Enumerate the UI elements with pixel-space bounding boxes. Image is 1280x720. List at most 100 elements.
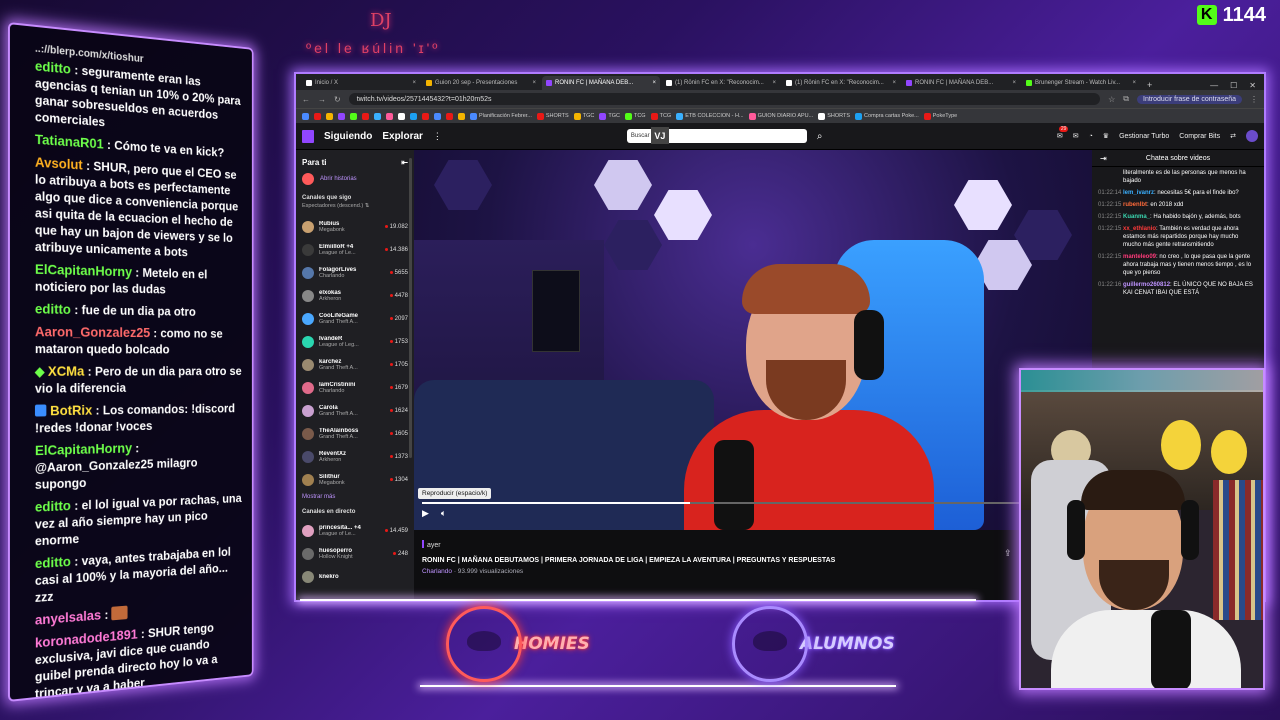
tab-close-icon[interactable]: × — [892, 80, 896, 86]
bookmark-item[interactable]: Compra cartas Poke... — [855, 112, 919, 120]
followed-header: Canales que sigo — [302, 195, 352, 201]
bookmark-favicon-icon[interactable] — [338, 112, 345, 120]
sidebar-channel[interactable]: FolagorLives Charlando 5655 — [296, 261, 414, 284]
bookmark-item[interactable]: Planificación Febrer... — [470, 112, 532, 120]
tab-close-icon[interactable]: × — [772, 80, 776, 86]
chat-body: Kuanma_: Ha habido bajón y, además, bots — [1123, 214, 1241, 220]
bell-icon[interactable]: ◔ — [1089, 133, 1093, 140]
password-prompt-button[interactable]: Introducir frase de contraseña — [1137, 94, 1242, 104]
bookmark-favicon-icon[interactable] — [326, 112, 333, 120]
bookmark-favicon-icon[interactable] — [422, 112, 429, 120]
bookmark-favicon-icon[interactable] — [398, 112, 405, 120]
more-icon[interactable]: ⋮ — [433, 131, 442, 142]
new-tab-button[interactable]: + — [1142, 80, 1157, 90]
crown-icon[interactable]: ♛ — [1103, 132, 1109, 140]
volume-icon[interactable]: 🔈︎ — [441, 508, 446, 519]
tab-close-icon[interactable]: × — [1132, 80, 1136, 86]
sort-icon[interactable]: ⇅ — [365, 203, 370, 209]
sidebar-channel[interactable]: CooLifeGame Grand Theft A... 2097 — [296, 307, 414, 330]
bookmark-item[interactable]: SHORTS — [536, 112, 569, 120]
bookmark-item[interactable]: PokeType — [923, 112, 957, 120]
reload-icon[interactable]: ↻ — [334, 95, 341, 104]
minimize-icon[interactable]: — — [1210, 81, 1218, 90]
browser-tab[interactable]: (1) Rōnin FC en X: "Reconocim... × — [662, 76, 780, 90]
tab-close-icon[interactable]: × — [652, 80, 656, 86]
forward-icon[interactable]: → — [318, 95, 326, 104]
sidebar-channel[interactable]: princesita... +4 League of Le... 14.459 — [296, 519, 414, 542]
twitch-logo-icon[interactable] — [302, 129, 314, 143]
followed-sort[interactable]: Espectadores (descend.) ⇅ — [296, 203, 414, 215]
sidebar-channel[interactable]: IamCristinini Charlando 1679 — [296, 376, 414, 399]
sidebar-channel[interactable]: Silithur Megabonk 1304 — [296, 468, 414, 491]
bookmark-star-icon[interactable]: ☆ — [1108, 95, 1115, 104]
share-icon[interactable]: ⇪ — [1004, 548, 1012, 559]
bookmark-item[interactable]: SHORTS — [818, 112, 850, 120]
sidebar-channel[interactable]: ReventXz Arkheron 1373 — [296, 445, 414, 468]
bits-button[interactable]: Comprar Bits — [1179, 133, 1220, 140]
sidebar-channel[interactable]: TheAlainboss Grand Theft A... 1605 — [296, 422, 414, 445]
chat-separator: : — [70, 553, 82, 569]
url-input[interactable]: twitch.tv/videos/2571445432?t=01h20m52s — [348, 93, 1101, 105]
browser-tab[interactable]: Inicio / X × — [302, 76, 420, 90]
video-title: RONIN FC | MAÑANA DEBUTAMOS | PRIMERA JO… — [422, 557, 836, 564]
bookmark-favicon-icon[interactable] — [458, 112, 465, 120]
play-icon[interactable]: ▶ — [422, 508, 429, 519]
search-icon[interactable]: ⌕ — [817, 131, 823, 142]
bookmark-favicon-icon[interactable] — [314, 112, 321, 120]
browser-tab[interactable]: Brunenger Stream - Watch Liv... × — [1022, 76, 1140, 90]
show-more-link[interactable]: Mostrar más — [296, 491, 414, 503]
open-stories[interactable]: Abrir historias — [296, 171, 414, 193]
sidebar-channel[interactable]: ElmiilloR +4 League of Le... 14.386 — [296, 238, 414, 261]
bookmark-favicon-icon[interactable] — [350, 112, 357, 120]
sidebar-channel[interactable]: IvandeR League of Leg... 1753 — [296, 330, 414, 353]
bookmark-favicon-icon[interactable] — [410, 112, 417, 120]
video-category[interactable]: Charlando — [422, 568, 452, 575]
sidebar-channel[interactable]: Rubius Megabonk 19.082 — [296, 215, 414, 238]
bookmark-item[interactable]: GUION DIARIO APU... — [748, 112, 813, 120]
browser-tab[interactable]: RONIN FC | MAÑANA DEB... × — [902, 76, 1020, 90]
sidebar-channel[interactable]: elxokas Arkheron 4478 — [296, 284, 414, 307]
sidebar-channel[interactable]: knekro — [296, 565, 414, 588]
bookmark-favicon-icon[interactable] — [386, 112, 393, 120]
search-input[interactable]: Buscar VJ — [626, 127, 807, 144]
whispers-icon[interactable]: ✉ — [1073, 132, 1079, 140]
close-icon[interactable]: ✕ — [1249, 81, 1256, 90]
bookmark-favicon-icon[interactable] — [434, 112, 441, 120]
extensions-icon[interactable]: ⧉ — [1123, 94, 1129, 104]
tab-close-icon[interactable]: × — [1012, 80, 1016, 86]
tab-close-icon[interactable]: × — [412, 80, 416, 86]
browser-tab[interactable]: Guion 20 sep - Presentaciones × — [422, 76, 540, 90]
nav-browse[interactable]: Explorar — [382, 131, 423, 142]
browser-tab[interactable]: (1) Rōnin FC en X: "Reconocim... × — [782, 76, 900, 90]
video-progress-bar[interactable] — [422, 502, 1092, 504]
bookmark-favicon-icon[interactable] — [302, 112, 309, 120]
sidebar-scrollbar[interactable] — [409, 158, 412, 458]
bookmark-item[interactable]: ETB COLECCION - H... — [676, 112, 744, 120]
bookmark-favicon-icon[interactable] — [374, 112, 381, 120]
browser-tab[interactable]: RONIN FC | MAÑANA DEB... × — [542, 76, 660, 90]
bookmark-item[interactable]: TGC — [573, 112, 594, 120]
bookmark-item[interactable]: TCG — [624, 112, 646, 120]
bookmark-favicon-icon[interactable] — [446, 112, 453, 120]
sidebar-channel[interactable]: karchez Grand Theft A... 1705 — [296, 353, 414, 376]
sidebar-channel[interactable]: Carola Grand Theft A... 1624 — [296, 399, 414, 422]
prime-icon[interactable]: ⇄ — [1230, 132, 1236, 140]
collapse-icon[interactable]: ⇤ — [401, 158, 408, 167]
video-player[interactable]: Reproducir (espacio/k) ▶ 🔈︎ ⧉ — [414, 150, 1092, 530]
collapse-chat-icon[interactable]: ⇥ — [1100, 154, 1107, 163]
tab-close-icon[interactable]: × — [532, 80, 536, 86]
sidebar-channel[interactable]: huesoperro Hollow Knight 248 — [296, 542, 414, 565]
chat-separator: : — [132, 440, 140, 456]
video-chat-title: Chatea sobre videos — [1145, 154, 1211, 162]
bookmark-favicon-icon[interactable] — [362, 112, 369, 120]
chat-timestamp: 01:22:16 — [1098, 282, 1122, 288]
menu-icon[interactable]: ⋮ — [1250, 95, 1258, 104]
back-icon[interactable]: ← — [302, 95, 310, 104]
maximize-icon[interactable]: ☐ — [1230, 81, 1237, 90]
bookmark-item[interactable]: TCG — [650, 112, 671, 120]
turbo-button[interactable]: Gestionar Turbo — [1119, 133, 1169, 140]
user-avatar[interactable] — [1246, 130, 1258, 142]
nav-following[interactable]: Siguiendo — [324, 131, 372, 142]
bookmark-item[interactable]: TGC — [599, 112, 620, 120]
inbox-icon[interactable]: ✉ 29 — [1057, 126, 1069, 140]
